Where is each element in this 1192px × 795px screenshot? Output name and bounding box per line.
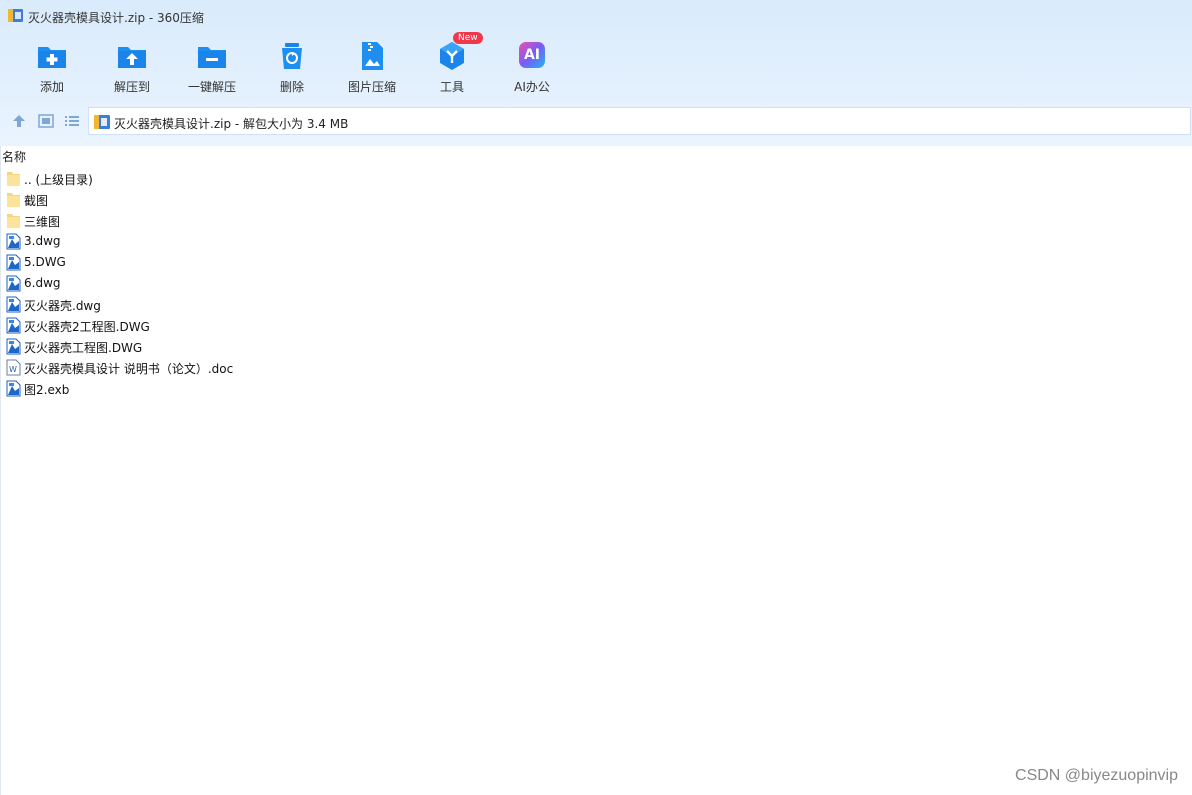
folder-icon [7,172,20,186]
svg-text:W: W [9,365,17,374]
one-click-extract-icon [198,47,226,68]
add-folder-icon [38,47,66,68]
list-view-icon[interactable] [64,113,80,129]
archive-app-icon [8,9,23,22]
file-name: 三维图 [24,215,61,229]
file-name: 灭火器壳2工程图.DWG [24,320,150,334]
file-row[interactable]: 3.dwg [6,231,606,252]
delete-label: 删除 [279,80,304,94]
file-row[interactable]: W 灭火器壳模具设计 说明书（论文）.doc [6,357,606,378]
file-name: 图2.exb [24,383,70,397]
cad-file-icon [6,338,21,355]
add-button[interactable]: 添加 [12,36,92,100]
image-compress-label: 图片压缩 [347,80,396,94]
file-name: 5.DWG [24,255,66,269]
file-row[interactable]: 三维图 [6,210,606,231]
folder-icon [7,214,20,228]
cad-file-icon [6,317,21,334]
cad-file-icon [6,275,21,292]
watermark: CSDN @biyezuopinvip [1015,767,1178,784]
cad-file-icon [6,254,21,271]
file-row[interactable]: 5.DWG [6,252,606,273]
file-list-area: 名称 .. (上级目录) 截图三维图 3.dwg 5.DWG 6.dwg 灭火器壳.dwg… [0,146,1192,795]
image-compress-icon [362,42,383,70]
file-name: 灭火器壳模具设计 说明书（论文）.doc [24,362,234,376]
top-panel: 灭火器壳模具设计.zip - 360压缩 添加 解压到 一键解压 删除 图片压缩… [0,0,1192,146]
delete-button[interactable]: 删除 [252,36,332,100]
file-name: 灭火器壳.dwg [24,299,101,313]
tools-icon [440,42,464,70]
file-row[interactable]: 灭火器壳工程图.DWG [6,336,606,357]
file-row[interactable]: 灭火器壳2工程图.DWG [6,315,606,336]
ai-office-label: AI办公 [514,80,550,94]
one-click-extract-label: 一键解压 [187,80,236,94]
file-row[interactable]: 图2.exb [6,378,606,399]
file-name: .. (上级目录) [24,173,93,187]
navigation-bar: 灭火器壳模具设计.zip - 解包大小为 3.4 MB [0,106,1192,136]
extract-to-button[interactable]: 解压到 [92,36,172,100]
cad-file-icon [6,296,21,313]
address-text: 灭火器壳模具设计.zip - 解包大小为 3.4 MB [114,117,349,131]
zip-archive-icon [94,115,110,129]
thumbnail-view-icon[interactable] [38,113,54,129]
window-title: 灭火器壳模具设计.zip - 360压缩 [28,11,204,25]
ai-office-icon: AI [519,42,545,68]
cad-file-icon [6,380,21,397]
one-click-extract-button[interactable]: 一键解压 [172,36,252,100]
file-list: .. (上级目录) 截图三维图 3.dwg 5.DWG 6.dwg 灭火器壳.dwg 灭火器… [6,168,606,399]
ai-icon-text: AI [523,47,541,63]
file-name: 截图 [24,194,49,208]
ai-office-button[interactable]: AI AI办公 [492,36,572,100]
extract-to-icon [118,47,146,68]
file-name: 3.dwg [24,234,61,248]
extract-to-label: 解压到 [113,80,150,94]
tools-button[interactable]: New 工具 [412,32,492,100]
address-bar[interactable]: 灭火器壳模具设计.zip - 解包大小为 3.4 MB [88,107,1191,135]
file-row[interactable]: 6.dwg [6,273,606,294]
toolbar: 添加 解压到 一键解压 删除 图片压缩 New 工具 AI AI办公 [12,32,612,102]
word-file-icon: W [6,359,21,376]
add-label: 添加 [39,80,64,94]
file-name: 6.dwg [24,276,61,290]
file-name: 灭火器壳工程图.DWG [24,341,143,355]
file-row[interactable]: 灭火器壳.dwg [6,294,606,315]
cad-file-icon [6,233,21,250]
column-header-name[interactable]: 名称 [2,148,26,165]
folder-icon [7,193,20,207]
up-arrow-icon[interactable] [11,113,27,129]
tools-label: 工具 [439,80,464,94]
image-compress-button[interactable]: 图片压缩 [332,36,412,100]
file-row[interactable]: .. (上级目录) [6,168,606,189]
title-bar: 灭火器壳模具设计.zip - 360压缩 [0,0,1192,32]
recycle-bin-icon [282,43,302,69]
file-row[interactable]: 截图 [6,189,606,210]
new-badge: New [453,32,483,44]
